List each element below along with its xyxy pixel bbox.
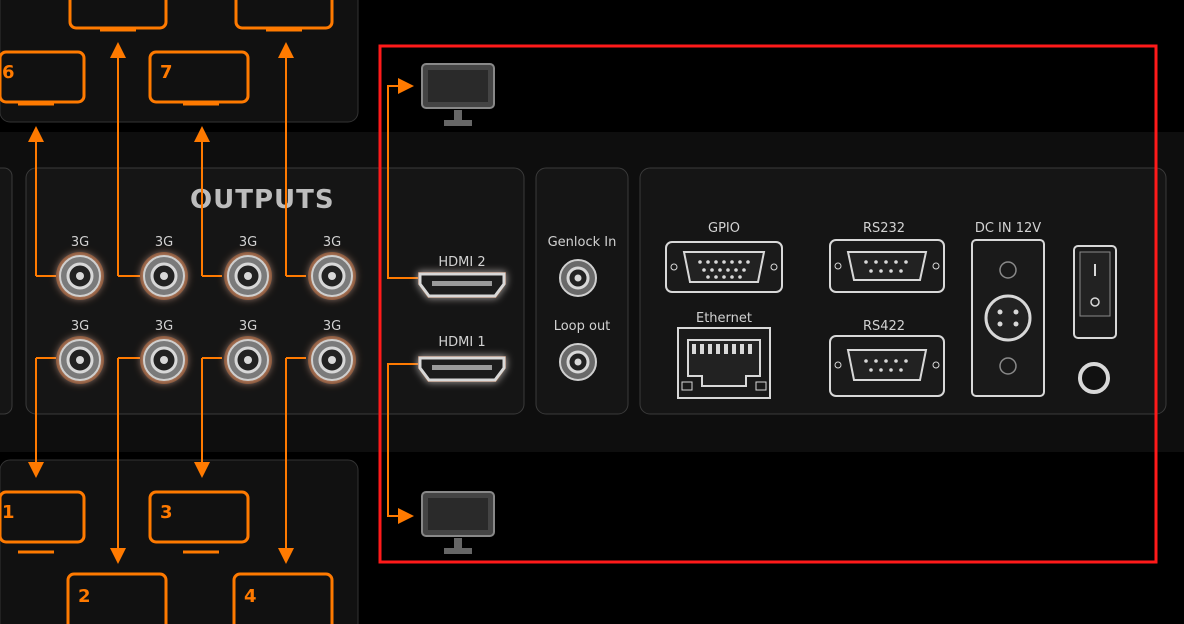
ethernet-port-icon	[677, 327, 771, 399]
bnc-connector-icon	[140, 252, 188, 300]
bnc-connector-icon	[224, 336, 272, 384]
sdi-label-1: 3G	[71, 235, 89, 250]
monitor-number-7: 7	[160, 62, 173, 83]
sdi-label-3: 3G	[239, 235, 257, 250]
dc-in-label: DC IN 12V	[975, 221, 1041, 236]
rs232-port-icon	[829, 239, 945, 293]
sdi-label-4: 3G	[323, 235, 341, 250]
output-monitor-top-icon	[421, 63, 495, 126]
rs422-port-icon	[829, 335, 945, 397]
sdi-label-8: 3G	[323, 319, 341, 334]
dc-in-connector-icon	[971, 239, 1045, 397]
loop-out-connector-icon	[559, 343, 597, 381]
hdmi-2-label: HDMI 2	[438, 255, 485, 270]
rs232-label: RS232	[863, 221, 905, 236]
bnc-connector-icon	[308, 252, 356, 300]
monitor-number-3: 3	[160, 502, 173, 523]
bnc-connector-icon	[140, 336, 188, 384]
genlock-in-label: Genlock In	[548, 235, 617, 250]
sdi-label-2: 3G	[155, 235, 173, 250]
bnc-connector-icon	[56, 252, 104, 300]
output-monitor-bottom-icon	[421, 491, 495, 554]
left-panel-edge	[0, 167, 13, 415]
hdmi-1-label: HDMI 1	[438, 335, 485, 350]
ethernet-label: Ethernet	[696, 311, 752, 326]
power-switch-icon	[1073, 245, 1117, 339]
sdi-label-6: 3G	[155, 319, 173, 334]
gpio-label: GPIO	[708, 221, 740, 236]
monitor-number-4: 4	[244, 586, 257, 607]
rs422-label: RS422	[863, 319, 905, 334]
hdmi-1-port-icon	[418, 356, 506, 382]
genlock-in-connector-icon	[559, 259, 597, 297]
bnc-connector-icon	[224, 252, 272, 300]
monitor-number-1: 1	[2, 502, 15, 523]
bnc-connector-icon	[308, 336, 356, 384]
gpio-port-icon	[665, 241, 783, 293]
monitor-number-6: 6	[2, 62, 15, 83]
outputs-title: OUTPUTS	[190, 185, 335, 215]
monitor-number-2: 2	[78, 586, 91, 607]
hdmi-2-port-icon	[418, 272, 506, 298]
device-diagram: 6 7 1 3 2 4 OUTPUTS 3G 3G 3G 3G 3G 3G 3G…	[0, 0, 1184, 624]
sdi-label-7: 3G	[239, 319, 257, 334]
loop-out-label: Loop out	[554, 319, 611, 334]
bnc-connector-icon	[56, 336, 104, 384]
power-jack-icon	[1078, 362, 1110, 394]
sdi-label-5: 3G	[71, 319, 89, 334]
